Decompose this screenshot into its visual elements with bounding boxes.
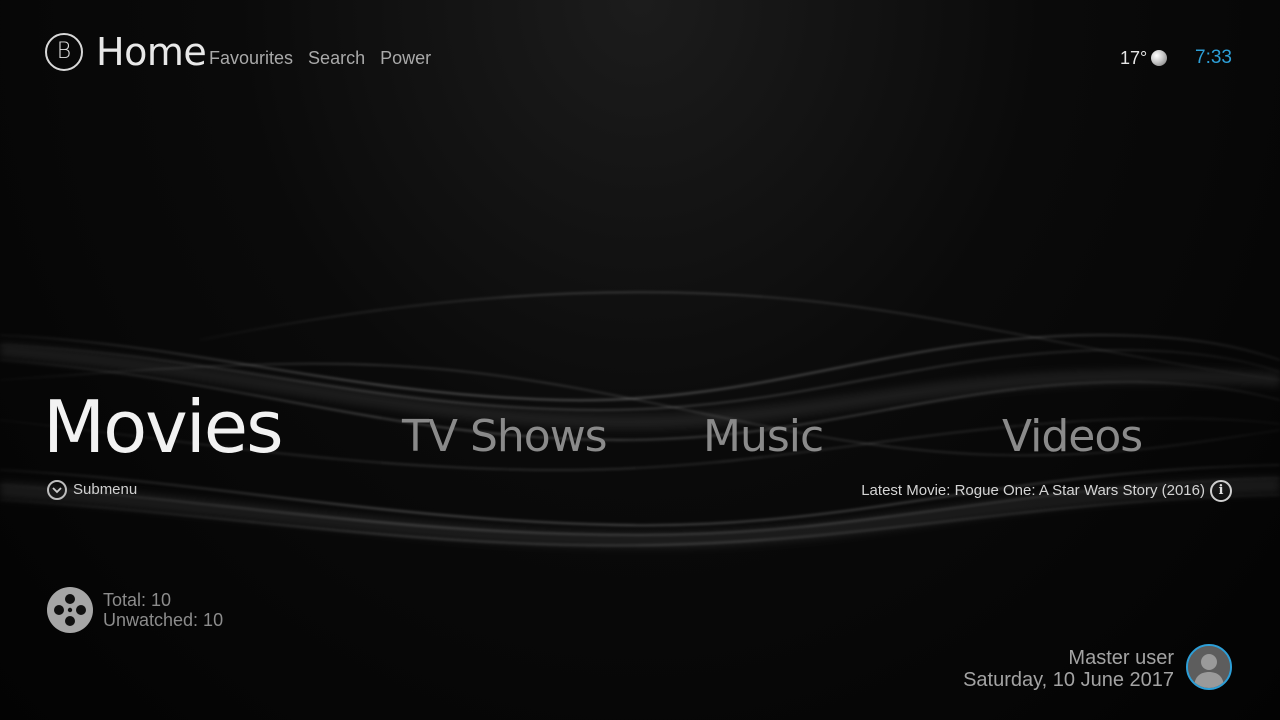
nav-search[interactable]: Search — [308, 46, 365, 70]
clock: 7:33 — [1195, 47, 1232, 68]
moon-icon — [1151, 50, 1168, 66]
top-nav: Favourites Search Power — [209, 46, 431, 70]
unwatched-count: Unwatched: 10 — [103, 610, 224, 630]
nav-power[interactable]: Power — [380, 46, 431, 70]
library-stats: Total: 10 Unwatched: 10 — [103, 590, 223, 630]
page-title: Home — [96, 30, 207, 74]
info-icon[interactable]: i — [1210, 480, 1232, 502]
latest-movie: Latest Movie: Rogue One: A Star Wars Sto… — [861, 480, 1232, 502]
home-screen: B Home Favourites Search Power 17° 7:33 … — [0, 0, 1280, 720]
user-info: Master user Saturday, 10 June 2017 — [963, 647, 1174, 691]
menu-item-movies[interactable]: Movies — [43, 384, 284, 470]
temperature: 17° — [1120, 48, 1148, 68]
menu-item-videos[interactable]: Videos — [1002, 410, 1143, 464]
menu-item-music[interactable]: Music — [703, 410, 824, 464]
nav-favourites[interactable]: Favourites — [209, 46, 293, 70]
user-avatar-icon[interactable] — [1186, 644, 1232, 690]
film-reel-icon — [47, 587, 93, 633]
latest-movie-text: Latest Movie: Rogue One: A Star Wars Sto… — [861, 482, 1205, 499]
brand-logo-icon: B — [45, 33, 83, 71]
chevron-down-icon — [47, 480, 67, 500]
total-count: Total: 10 — [103, 590, 172, 610]
current-date: Saturday, 10 June 2017 — [963, 669, 1174, 691]
menu-item-tv-shows[interactable]: TV Shows — [402, 410, 608, 464]
user-name: Master user — [1068, 647, 1174, 669]
weather-widget: 17° — [1120, 47, 1168, 69]
submenu-label: Submenu — [73, 481, 138, 498]
submenu-button[interactable]: Submenu — [47, 480, 137, 500]
